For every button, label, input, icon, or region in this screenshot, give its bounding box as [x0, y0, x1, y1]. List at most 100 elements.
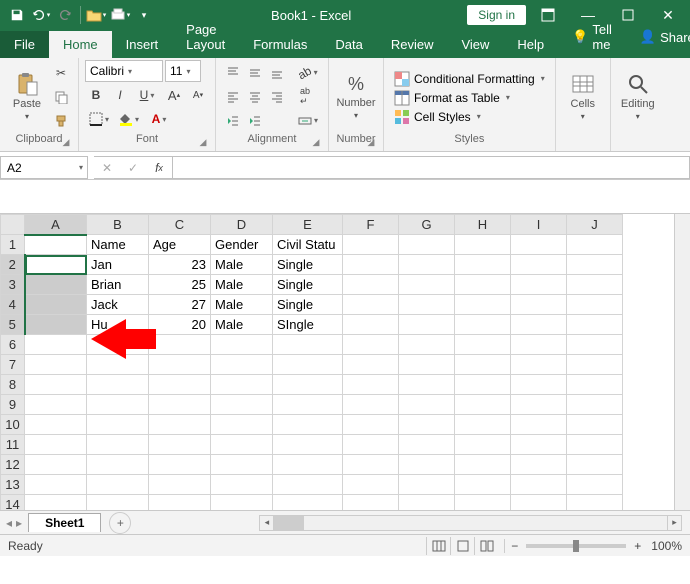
italic-button[interactable]: I [109, 84, 131, 106]
cell-H8[interactable] [455, 375, 511, 395]
cell-G4[interactable] [399, 295, 455, 315]
row-header-12[interactable]: 12 [1, 455, 25, 475]
cell-I3[interactable] [511, 275, 567, 295]
row-header-9[interactable]: 9 [1, 395, 25, 415]
cell-E3[interactable]: Single [273, 275, 343, 295]
increase-indent-button[interactable] [244, 110, 266, 132]
cell-G14[interactable] [399, 495, 455, 511]
cell-B2[interactable]: Jan [87, 255, 149, 275]
cell-E2[interactable]: Single [273, 255, 343, 275]
cell-J5[interactable] [567, 315, 623, 335]
cell-A14[interactable] [25, 495, 87, 511]
cell-G7[interactable] [399, 355, 455, 375]
cell-B9[interactable] [87, 395, 149, 415]
cell-I8[interactable] [511, 375, 567, 395]
normal-view-button[interactable] [426, 537, 450, 555]
cell-E12[interactable] [273, 455, 343, 475]
vertical-scrollbar[interactable] [674, 214, 690, 510]
cell-H9[interactable] [455, 395, 511, 415]
cell-D8[interactable] [211, 375, 273, 395]
zoom-level[interactable]: 100% [651, 539, 682, 553]
cell-D6[interactable] [211, 335, 273, 355]
cell-A4[interactable] [25, 295, 87, 315]
cell-G11[interactable] [399, 435, 455, 455]
row-header-14[interactable]: 14 [1, 495, 25, 511]
tab-review[interactable]: Review [377, 31, 448, 58]
cell-H10[interactable] [455, 415, 511, 435]
cell-I12[interactable] [511, 455, 567, 475]
tab-page-layout[interactable]: Page Layout [172, 16, 239, 58]
cell-D5[interactable]: Male [211, 315, 273, 335]
cell-E10[interactable] [273, 415, 343, 435]
cell-A9[interactable] [25, 395, 87, 415]
cell-A12[interactable] [25, 455, 87, 475]
editing-button[interactable]: Editing▾ [617, 72, 659, 121]
cell-A8[interactable] [25, 375, 87, 395]
worksheet-grid[interactable]: ABCDEFGHIJ1NameAgeGenderCivil Statu2Jan2… [0, 214, 690, 510]
col-header-A[interactable]: A [25, 215, 87, 235]
cell-C5[interactable]: 20 [149, 315, 211, 335]
font-size-combo[interactable]: 11▾ [165, 60, 201, 82]
cell-B11[interactable] [87, 435, 149, 455]
font-dialog-launcher[interactable]: ◢ [197, 137, 209, 149]
cell-C13[interactable] [149, 475, 211, 495]
cell-J1[interactable] [567, 235, 623, 255]
zoom-out-button[interactable]: − [511, 539, 518, 553]
cell-I6[interactable] [511, 335, 567, 355]
undo-button[interactable]: ▾ [30, 3, 52, 27]
cell-E14[interactable] [273, 495, 343, 511]
align-top-button[interactable] [222, 62, 244, 84]
zoom-slider[interactable] [526, 544, 626, 548]
cell-A10[interactable] [25, 415, 87, 435]
format-as-table-button[interactable]: Format as Table▾ [390, 89, 549, 107]
customize-qat-button[interactable]: ▾ [133, 3, 155, 27]
page-layout-view-button[interactable] [450, 537, 474, 555]
cell-H13[interactable] [455, 475, 511, 495]
cell-J11[interactable] [567, 435, 623, 455]
cell-J12[interactable] [567, 455, 623, 475]
cell-A7[interactable] [25, 355, 87, 375]
cell-G9[interactable] [399, 395, 455, 415]
cell-I4[interactable] [511, 295, 567, 315]
cell-H3[interactable] [455, 275, 511, 295]
cell-J9[interactable] [567, 395, 623, 415]
cell-J3[interactable] [567, 275, 623, 295]
add-sheet-button[interactable]: + [109, 512, 131, 534]
cell-G2[interactable] [399, 255, 455, 275]
cell-J7[interactable] [567, 355, 623, 375]
cell-B14[interactable] [87, 495, 149, 511]
cell-J14[interactable] [567, 495, 623, 511]
cell-F10[interactable] [343, 415, 399, 435]
cell-J6[interactable] [567, 335, 623, 355]
col-header-F[interactable]: F [343, 215, 399, 235]
cell-C3[interactable]: 25 [149, 275, 211, 295]
cell-B12[interactable] [87, 455, 149, 475]
cell-I2[interactable] [511, 255, 567, 275]
tab-insert[interactable]: Insert [112, 31, 173, 58]
row-header-10[interactable]: 10 [1, 415, 25, 435]
orientation-button[interactable]: ab▾ [294, 62, 322, 84]
cell-D14[interactable] [211, 495, 273, 511]
cell-F12[interactable] [343, 455, 399, 475]
row-header-5[interactable]: 5 [1, 315, 25, 335]
cell-A2[interactable] [25, 255, 87, 275]
cell-G13[interactable] [399, 475, 455, 495]
cell-B7[interactable] [87, 355, 149, 375]
align-left-button[interactable] [222, 86, 244, 108]
tab-file[interactable]: File [0, 31, 49, 58]
horizontal-scrollbar[interactable]: ◂▸ [259, 515, 682, 531]
row-header-3[interactable]: 3 [1, 275, 25, 295]
copy-button[interactable] [50, 86, 72, 108]
tab-help[interactable]: Help [503, 31, 558, 58]
cell-D11[interactable] [211, 435, 273, 455]
select-all-corner[interactable] [1, 215, 25, 235]
cell-F7[interactable] [343, 355, 399, 375]
row-header-8[interactable]: 8 [1, 375, 25, 395]
cell-E1[interactable]: Civil Statu [273, 235, 343, 255]
cell-A11[interactable] [25, 435, 87, 455]
underline-button[interactable]: U▾ [133, 84, 161, 106]
cell-J4[interactable] [567, 295, 623, 315]
cell-E4[interactable]: Single [273, 295, 343, 315]
cell-H6[interactable] [455, 335, 511, 355]
cell-H11[interactable] [455, 435, 511, 455]
